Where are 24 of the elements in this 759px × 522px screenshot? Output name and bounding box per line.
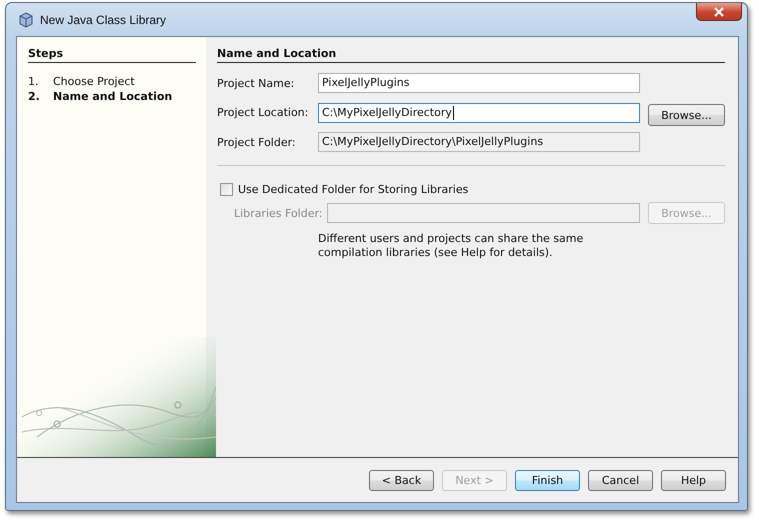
dialog-button[interactable]: < Back <box>369 470 434 490</box>
cube-icon <box>18 12 34 28</box>
close-icon <box>713 6 725 16</box>
field-label: Project Name: <box>217 76 296 90</box>
checkbox-label: Use Dedicated Folder for Storing Libraries <box>238 183 468 196</box>
text-field[interactable]: PixelJellyPlugins <box>318 73 640 93</box>
section-heading: Name and Location <box>217 47 725 63</box>
field-label: Project Folder: <box>217 136 297 148</box>
text-field[interactable]: C:\MyPixelJellyDirectory <box>318 102 640 122</box>
close-button[interactable] <box>696 3 742 21</box>
steps-heading: Steps <box>28 47 196 63</box>
dialog-button[interactable]: Finish <box>515 470 580 490</box>
help-text: Different users and projects can share the same compilation libraries (see Help for details). <box>318 232 584 260</box>
checkbox[interactable] <box>220 183 233 196</box>
libraries-folder-field[interactable] <box>327 203 640 223</box>
step-item: 2. Name and Location <box>28 90 174 104</box>
read-only-field: C:\MyPixelJellyDirectory\PixelJellyPlugins <box>318 132 640 152</box>
field-label: Libraries Folder: <box>233 206 319 220</box>
dialog-button[interactable]: Cancel <box>588 470 653 490</box>
browse-button[interactable]: Browse... <box>648 104 725 126</box>
step-item: 1. Choose Project <box>28 75 136 89</box>
field-label: Project Location: <box>217 106 310 119</box>
dialog-button[interactable]: Help <box>661 470 726 490</box>
window-title: New Java Class Library <box>40 12 166 26</box>
